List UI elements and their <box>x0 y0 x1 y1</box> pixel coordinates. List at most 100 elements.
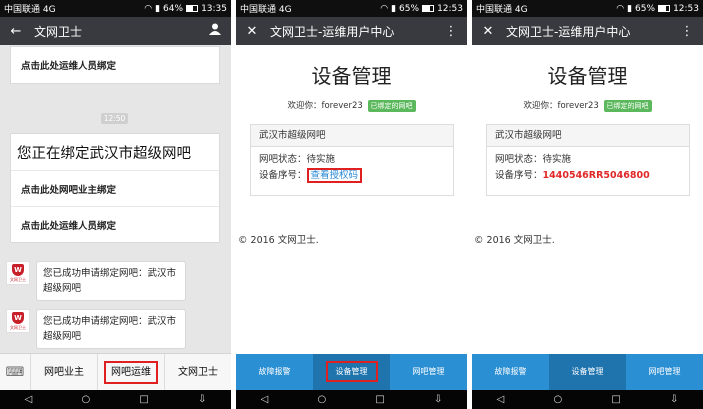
welcome-line: 欢迎你：forever23 已绑定的网吧 <box>472 99 703 112</box>
close-icon[interactable]: ✕ <box>242 24 262 39</box>
recent-square-icon[interactable]: □ <box>611 394 620 405</box>
bind-operator-link[interactable]: 点击此处运维人员绑定 <box>11 206 219 242</box>
menu-owner-label: 网吧业主 <box>44 366 84 378</box>
battery-percent: 64% <box>163 3 184 14</box>
home-circle-icon[interactable]: ○ <box>81 394 90 405</box>
recent-square-icon[interactable]: □ <box>139 394 148 405</box>
person-icon[interactable] <box>205 23 225 39</box>
chat-message: W 文网卫士 您已成功申请绑定网吧：武汉市超级网吧 <box>6 309 186 349</box>
bind-operator-link-top[interactable]: 点击此处运维人员绑定 <box>11 47 219 83</box>
welcome-line: 欢迎你：forever23 已绑定的网吧 <box>236 99 467 112</box>
status-label: 网吧状态： <box>495 154 543 165</box>
view-auth-code-link[interactable]: 查看授权码 <box>306 168 363 183</box>
welcome-text: 欢迎你：forever23 <box>287 101 363 111</box>
avatar-label: 文网卫士 <box>10 324 26 330</box>
status-line: 网吧状态：待实施 <box>251 152 453 168</box>
bottom-nav: 故障报警 设备管理 网吧管理 <box>236 354 467 390</box>
serial-label: 设备序号： <box>259 170 307 181</box>
wifi-icon: ◠ <box>616 3 625 14</box>
avatar[interactable]: W 文网卫士 <box>6 261 30 285</box>
wifi-icon: ◠ <box>144 3 153 14</box>
signal-icon: ▮ <box>391 3 397 14</box>
more-vertical-icon[interactable]: ⋮ <box>677 24 697 39</box>
nav-fault-alarm-label: 故障报警 <box>494 367 527 376</box>
nav-netcafe-management-label: 网吧管理 <box>412 367 445 376</box>
chat-timestamp: 12:50 <box>101 113 128 124</box>
message-bubble: 您已成功申请绑定网吧：武汉市超级网吧 <box>36 261 186 301</box>
device-serial-value: 1440546RR5046800 <box>542 170 650 181</box>
nav-netcafe-management[interactable]: 网吧管理 <box>626 354 703 390</box>
battery-percent: 65% <box>399 3 420 14</box>
nav-device-management[interactable]: 设备管理 <box>549 354 626 390</box>
bind-owner-link[interactable]: 点击此处网吧业主绑定 <box>11 170 219 206</box>
menu-operator[interactable]: 网吧运维 <box>97 353 164 391</box>
status-value: 待实施 <box>542 154 572 165</box>
nav-device-management[interactable]: 设备管理 <box>313 354 390 390</box>
clock: 12:53 <box>673 3 699 14</box>
serial-line: 设备序号：1440546RR5046800 <box>487 168 689 184</box>
bind-card: 您正在绑定武汉市超级网吧 点击此处网吧业主绑定 点击此处运维人员绑定 <box>10 133 220 243</box>
nav-fault-alarm[interactable]: 故障报警 <box>236 354 313 390</box>
nav-fault-alarm[interactable]: 故障报警 <box>472 354 549 390</box>
bound-badge[interactable]: 已绑定的网吧 <box>603 100 652 112</box>
status-bar: 中国联通 4G ◠ ▮ 65% 12:53 <box>236 0 467 17</box>
serial-line: 设备序号： 查看授权码 <box>251 168 453 184</box>
bottom-nav: 故障报警 设备管理 网吧管理 <box>472 354 703 390</box>
more-vertical-icon[interactable]: ⋮ <box>441 24 461 39</box>
chat-title: 文网卫士 <box>34 24 83 39</box>
battery-fill <box>187 6 194 11</box>
menu-owner[interactable]: 网吧业主 <box>30 353 97 391</box>
clock: 13:35 <box>201 3 227 14</box>
nav-device-management-label: 设备管理 <box>325 361 378 382</box>
wifi-icon: ◠ <box>380 3 389 14</box>
signal-icon: ▮ <box>627 3 633 14</box>
nav-netcafe-management[interactable]: 网吧管理 <box>390 354 467 390</box>
avatar[interactable]: W 文网卫士 <box>6 309 30 333</box>
battery-icon <box>186 5 199 12</box>
nav-fault-alarm-label: 故障报警 <box>258 367 291 376</box>
screenshot-collage: 中国联通 4G ◠ ▮ 64% 13:35 ← 文网卫士 点击此处运维人员绑定 … <box>0 0 703 409</box>
notification-pull-icon[interactable]: ⇩ <box>670 394 678 405</box>
status-line: 网吧状态：待实施 <box>487 152 689 168</box>
notification-pull-icon[interactable]: ⇩ <box>434 394 442 405</box>
serial-label: 设备序号： <box>495 170 543 181</box>
title-bar: ← 文网卫士 <box>0 17 231 45</box>
keyboard-icon[interactable]: ⌨ <box>0 365 30 380</box>
home-circle-icon[interactable]: ○ <box>553 394 562 405</box>
back-triangle-icon[interactable]: ◁ <box>261 394 269 405</box>
shield-logo-icon: W <box>12 311 24 324</box>
system-nav-bar: ◁ ○ □ ⇩ <box>236 390 467 409</box>
chat-message: W 文网卫士 您已成功申请绑定网吧：武汉市超级网吧 <box>6 261 186 301</box>
back-triangle-icon[interactable]: ◁ <box>25 394 33 405</box>
close-icon[interactable]: ✕ <box>478 24 498 39</box>
netcafe-card: 武汉市超级网吧 网吧状态：待实施 设备序号：1440546RR5046800 <box>486 124 690 196</box>
arrow-left-icon[interactable]: ← <box>6 24 26 39</box>
status-value: 待实施 <box>306 154 336 165</box>
bound-badge[interactable]: 已绑定的网吧 <box>367 100 416 112</box>
system-nav-bar: ◁ ○ □ ⇩ <box>0 390 231 409</box>
battery-fill <box>423 6 430 11</box>
message-bubble: 您已成功申请绑定网吧：武汉市超级网吧 <box>36 309 186 349</box>
battery-icon <box>658 5 671 12</box>
notification-pull-icon[interactable]: ⇩ <box>198 394 206 405</box>
menu-operator-label: 网吧运维 <box>104 360 158 384</box>
title-bar: ✕ 文网卫士-运维用户中心 ⋮ <box>236 17 467 45</box>
back-triangle-icon[interactable]: ◁ <box>497 394 505 405</box>
top-card: 点击此处运维人员绑定 <box>10 46 220 84</box>
status-label: 网吧状态： <box>259 154 307 165</box>
device-management-screen-revealed: 中国联通 4G ◠ ▮ 65% 12:53 ✕ 文网卫士-运维用户中心 ⋮ 设备… <box>472 0 703 409</box>
carrier-label: 中国联通 4G <box>4 5 56 15</box>
nav-device-management-label: 设备管理 <box>571 367 604 376</box>
carrier-label: 中国联通 4G <box>476 5 528 15</box>
recent-square-icon[interactable]: □ <box>375 394 384 405</box>
system-nav-bar: ◁ ○ □ ⇩ <box>472 390 703 409</box>
copyright: © 2016 文网卫士. <box>238 235 319 246</box>
page-title: 文网卫士-运维用户中心 <box>506 24 631 39</box>
carrier-label: 中国联通 4G <box>240 5 292 15</box>
signal-icon: ▮ <box>155 3 161 14</box>
menu-guard[interactable]: 文网卫士 <box>164 353 231 391</box>
page-heading: 设备管理 <box>311 64 392 88</box>
home-circle-icon[interactable]: ○ <box>317 394 326 405</box>
page-heading: 设备管理 <box>547 64 628 88</box>
avatar-label: 文网卫士 <box>10 276 26 282</box>
